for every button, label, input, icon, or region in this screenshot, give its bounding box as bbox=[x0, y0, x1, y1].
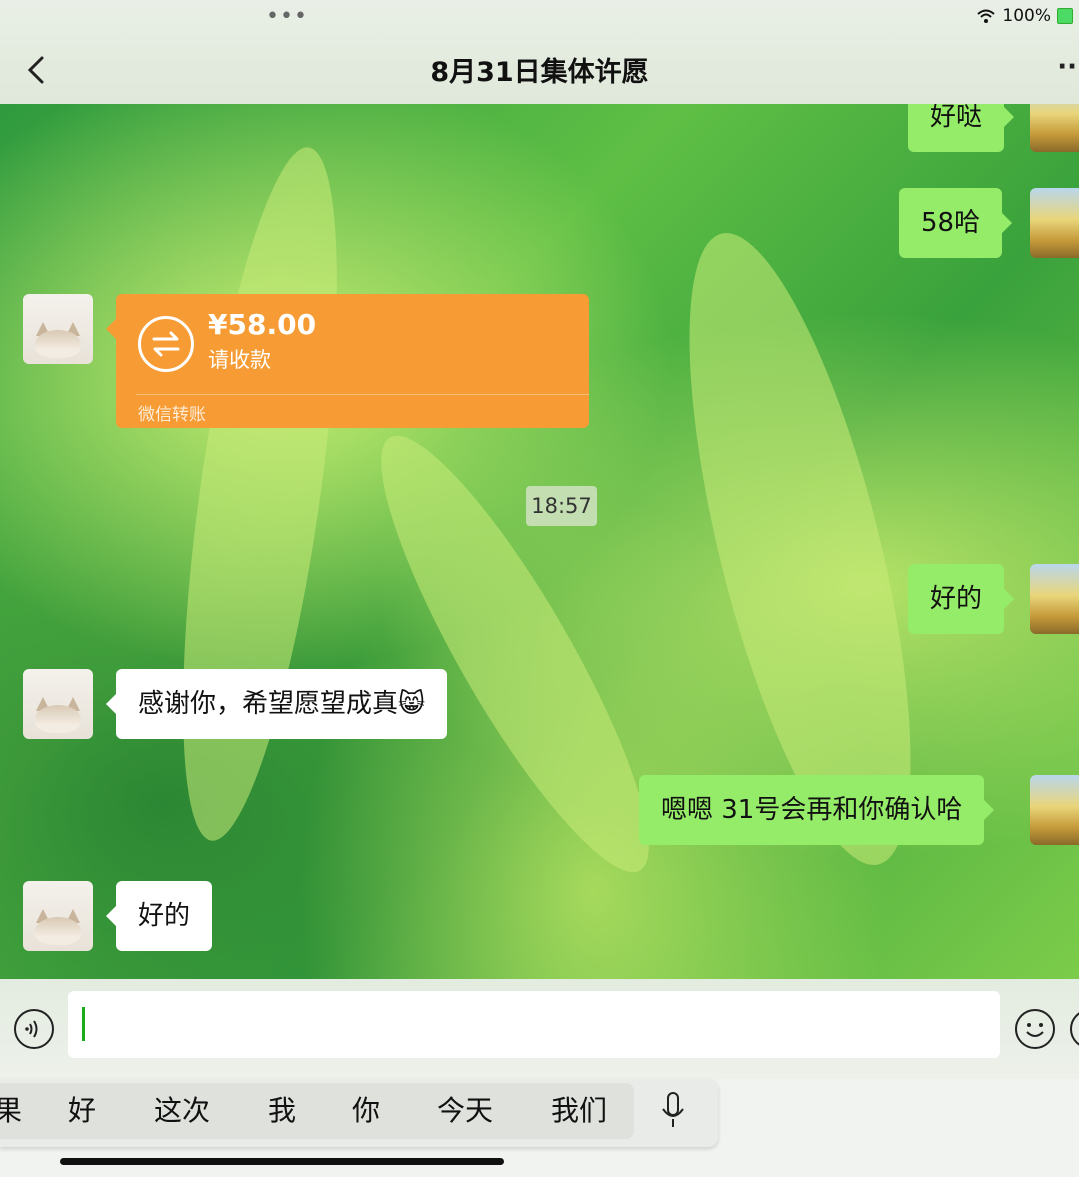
message-bubble[interactable]: 58哈 bbox=[899, 188, 1013, 258]
message-bubble[interactable]: 嗯嗯 31号会再和你确认哈 bbox=[639, 775, 995, 845]
transfer-icon bbox=[138, 316, 194, 372]
home-indicator[interactable] bbox=[60, 1158, 504, 1165]
message-bubble[interactable]: 好哒 bbox=[908, 104, 1015, 152]
voice-input-icon[interactable] bbox=[14, 1009, 54, 1049]
status-bar: 100% bbox=[976, 6, 1073, 26]
suggestion-item[interactable]: 果 bbox=[0, 1089, 22, 1129]
suggestion-item[interactable]: 这次 bbox=[154, 1089, 210, 1129]
wallpaper-decoration bbox=[342, 409, 688, 899]
my-avatar[interactable] bbox=[1030, 188, 1079, 258]
transfer-label: 微信转账 bbox=[138, 405, 206, 425]
plus-icon[interactable] bbox=[1070, 1009, 1079, 1049]
timestamp: 18:57 bbox=[526, 486, 597, 526]
transfer-status: 请收款 bbox=[208, 348, 271, 372]
message-bubble[interactable]: 感谢你，希望愿望成真😸 bbox=[105, 669, 448, 739]
transfer-card[interactable]: ¥58.00 请收款 微信转账 bbox=[106, 294, 589, 428]
battery-percentage: 100% bbox=[1002, 6, 1051, 26]
divider bbox=[136, 394, 589, 395]
chat-area[interactable]: 好哒 58哈 ¥58.00 请收款 微信转账 18:57 好的 感谢你，希望愿望… bbox=[0, 104, 1079, 979]
transfer-amount: ¥58.00 bbox=[208, 308, 317, 341]
my-avatar[interactable] bbox=[1030, 564, 1079, 634]
multitask-dots-icon[interactable]: ••• bbox=[266, 4, 308, 29]
suggestion-item[interactable]: 今天 bbox=[437, 1089, 493, 1129]
microphone-icon[interactable] bbox=[660, 1091, 686, 1131]
more-options-icon[interactable]: ·· bbox=[1057, 52, 1077, 82]
keyboard-suggestion-bar: 果 好 这次 我 你 今天 我们 bbox=[0, 1079, 1079, 1177]
my-avatar[interactable] bbox=[1030, 775, 1079, 845]
suggestion-item[interactable]: 你 bbox=[352, 1089, 380, 1129]
battery-icon bbox=[1057, 8, 1073, 24]
message-bubble[interactable]: 好的 bbox=[105, 881, 213, 951]
message-bubble[interactable]: 好的 bbox=[908, 564, 1015, 634]
contact-avatar[interactable] bbox=[23, 294, 93, 364]
suggestion-item[interactable]: 我们 bbox=[551, 1089, 607, 1129]
my-avatar[interactable] bbox=[1030, 104, 1079, 152]
contact-avatar[interactable] bbox=[23, 881, 93, 951]
chat-title: 8月31日集体许愿 bbox=[430, 57, 649, 88]
suggestion-item[interactable]: 好 bbox=[68, 1089, 96, 1129]
suggestion-item[interactable]: 我 bbox=[268, 1089, 296, 1129]
text-caret bbox=[82, 1007, 85, 1041]
input-bar bbox=[0, 979, 1079, 1079]
contact-avatar[interactable] bbox=[23, 669, 93, 739]
suggestion-strip: 果 好 这次 我 你 今天 我们 bbox=[0, 1079, 718, 1147]
wifi-icon bbox=[977, 9, 996, 23]
message-input[interactable] bbox=[68, 991, 1000, 1058]
wallpaper-decoration bbox=[151, 139, 369, 849]
navigation-bar: ••• 100% 8月31日集体许愿 ·· bbox=[0, 0, 1079, 104]
emoji-icon[interactable] bbox=[1015, 1009, 1055, 1049]
